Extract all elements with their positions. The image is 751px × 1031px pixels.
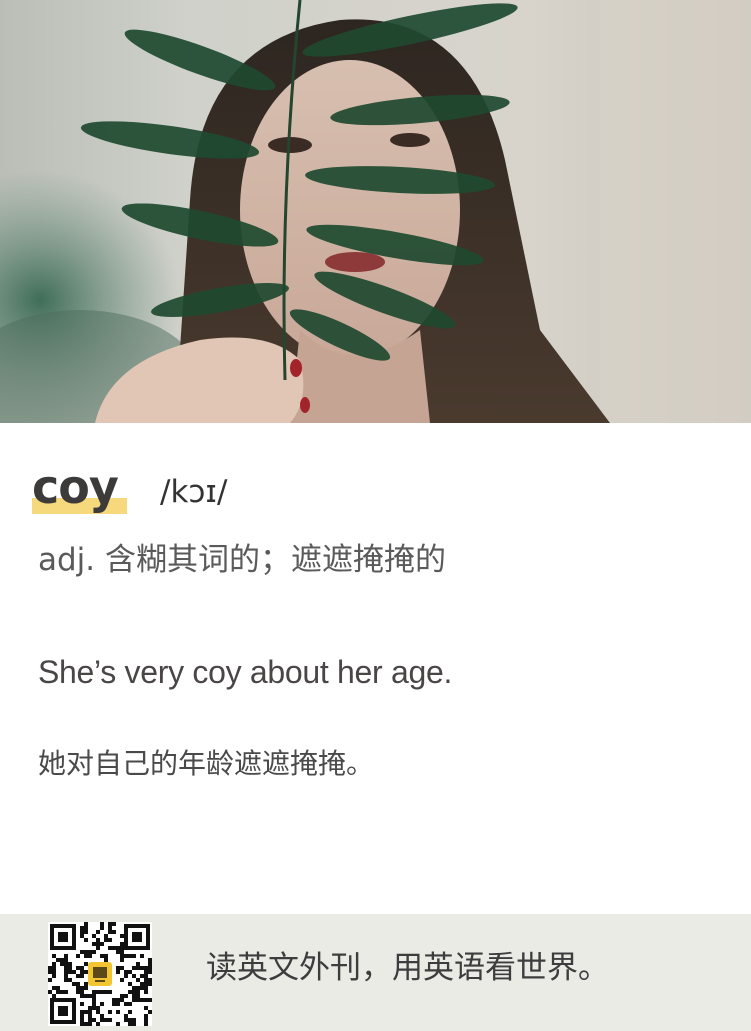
- qr-code-graphic: [48, 922, 152, 1026]
- phonetic: /kɔɪ/: [160, 474, 228, 510]
- qr-code-icon[interactable]: [48, 922, 152, 1026]
- headword-block: coy: [32, 456, 127, 518]
- footer-slogan: 读英文外刊，用英语看世界。: [206, 950, 609, 986]
- example-translation: 她对自己的年龄遮遮掩掩。: [38, 747, 375, 780]
- example-sentence: She’s very coy about her age.: [38, 654, 453, 690]
- headword: coy: [32, 460, 119, 514]
- footer: 读英文外刊，用英语看世界。: [0, 914, 751, 1031]
- woman-with-fern-image: [0, 0, 751, 423]
- header-photo: [0, 0, 751, 423]
- definition: adj. 含糊其词的；遮遮掩掩的: [38, 542, 446, 578]
